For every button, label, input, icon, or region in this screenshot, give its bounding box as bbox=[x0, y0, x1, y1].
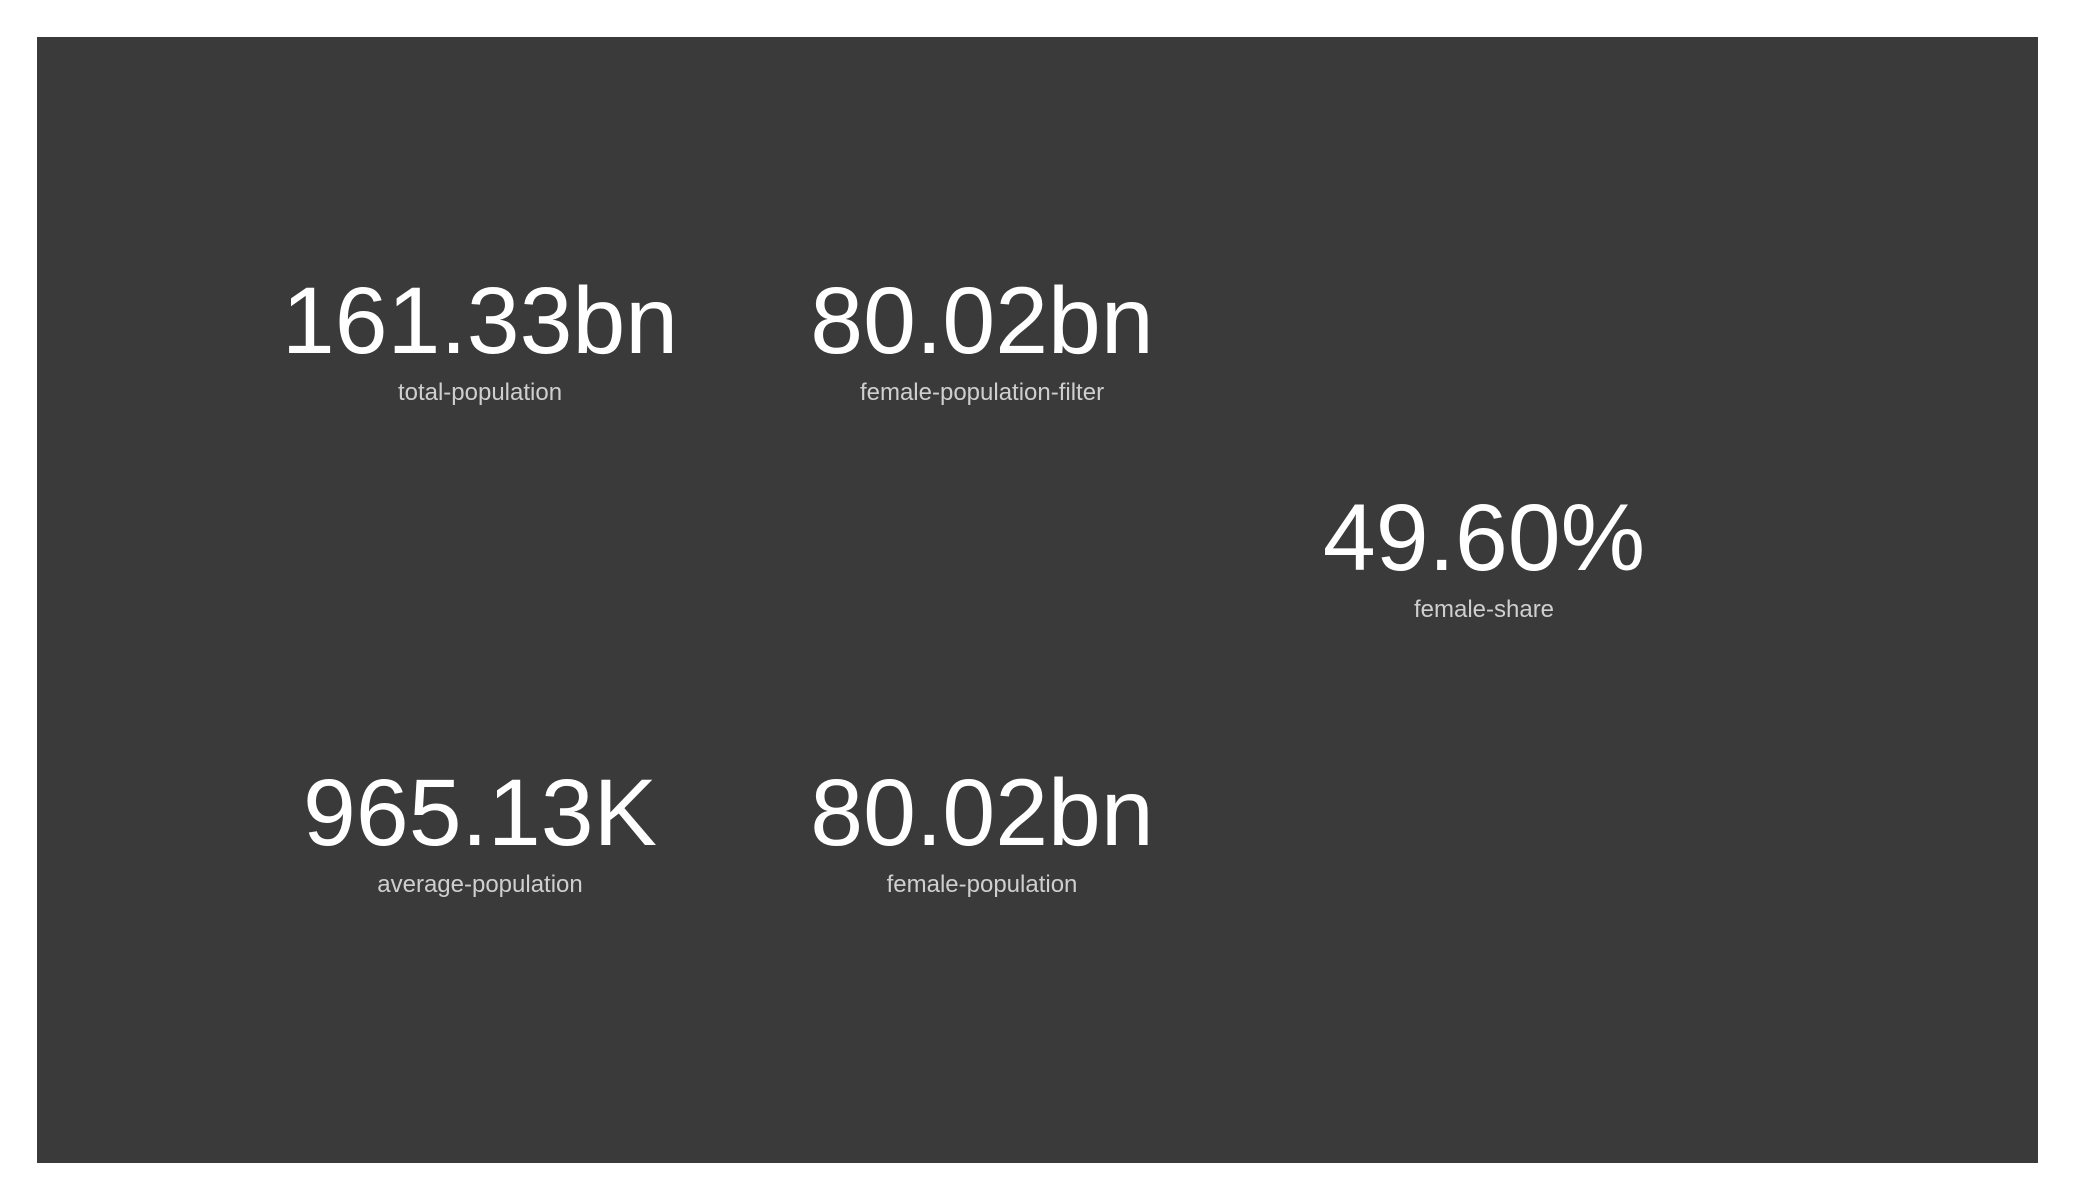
card-value: 80.02bn bbox=[810, 268, 1154, 374]
card-female-population-filter[interactable]: 80.02bn female-population-filter bbox=[682, 274, 1282, 407]
card-label: female-share bbox=[1413, 596, 1555, 623]
card-female-share[interactable]: 49.60% female-share bbox=[1184, 491, 1784, 624]
card-value: 80.02bn bbox=[810, 760, 1154, 866]
card-label: female-population bbox=[886, 871, 1078, 898]
report-canvas: 161.33bn total-population 80.02bn female… bbox=[37, 37, 2038, 1163]
card-label: female-population-filter bbox=[859, 379, 1105, 406]
card-value: 49.60% bbox=[1322, 485, 1646, 591]
card-female-population[interactable]: 80.02bn female-population bbox=[682, 766, 1282, 899]
